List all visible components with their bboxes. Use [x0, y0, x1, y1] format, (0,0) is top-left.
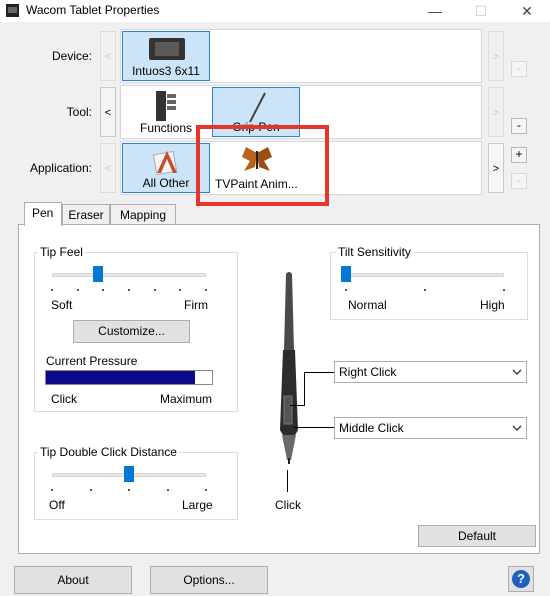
- tool-label: Tool:: [66, 105, 92, 119]
- slider-tick: [166, 489, 169, 491]
- chevron-down-icon: [512, 425, 522, 431]
- device-label: Device:: [51, 49, 92, 63]
- chevron-down-icon: [512, 369, 522, 375]
- upper-button-value: Right Click: [339, 365, 397, 379]
- close-button[interactable]: ✕: [504, 0, 550, 22]
- tab-mapping[interactable]: Mapping: [110, 204, 176, 225]
- upper-button-leader-h: [290, 405, 305, 406]
- device-next-button[interactable]: >: [488, 31, 504, 81]
- upper-button-leader: [304, 372, 334, 373]
- slider-tick: [89, 489, 92, 491]
- lower-button-dropdown[interactable]: Middle Click: [334, 417, 527, 439]
- slider-tick: [205, 489, 207, 491]
- application-prev-button[interactable]: <: [100, 143, 116, 193]
- slider-tick: [153, 289, 156, 291]
- device-item-label: Intuos3 6x11: [132, 64, 200, 78]
- highlight-annotation: [196, 125, 329, 206]
- slider-tick: [503, 289, 505, 291]
- pressure-bar-fill: [46, 371, 196, 384]
- title-bar: Wacom Tablet Properties — ☐ ✕: [0, 0, 550, 22]
- application-add-button[interactable]: +: [511, 147, 527, 163]
- current-pressure-title: Current Pressure: [46, 354, 138, 368]
- minimize-button[interactable]: —: [412, 0, 458, 22]
- application-remove-button[interactable]: -: [511, 173, 527, 189]
- functions-icon: [156, 91, 176, 121]
- double-click-min-label: Off: [49, 498, 65, 512]
- tip-feel-min-label: Soft: [51, 298, 73, 312]
- slider-tick: [205, 289, 207, 291]
- help-button[interactable]: ?: [508, 566, 534, 592]
- tip-leader: [287, 470, 288, 492]
- tip-feel-title: Tip Feel: [38, 245, 85, 259]
- upper-button-dropdown[interactable]: Right Click: [334, 361, 527, 383]
- tilt-title: Tilt Sensitivity: [336, 245, 413, 259]
- slider-tick: [128, 489, 130, 491]
- upper-button-leader-v: [304, 372, 305, 406]
- default-button[interactable]: Default: [418, 525, 536, 547]
- device-prev-button[interactable]: <: [100, 31, 116, 81]
- device-remove-button[interactable]: -: [511, 61, 527, 77]
- slider-tick: [76, 289, 79, 291]
- pressure-max-label: Maximum: [160, 392, 213, 406]
- tip-feel-slider[interactable]: [93, 266, 104, 282]
- all-other-icon: [152, 150, 178, 176]
- slider-tick: [179, 289, 182, 291]
- tool-next-button[interactable]: >: [488, 87, 504, 137]
- pressure-min-label: Click: [51, 392, 77, 406]
- tablet-icon: [149, 38, 185, 60]
- tip-feel-track: [52, 273, 206, 277]
- tilt-slider[interactable]: [341, 266, 351, 282]
- application-label: Application:: [29, 161, 92, 175]
- tip-feel-max-label: Firm: [184, 298, 208, 312]
- double-click-max-label: Large: [182, 498, 213, 512]
- options-button[interactable]: Options...: [150, 566, 268, 594]
- pen-tip-label: Click: [275, 498, 301, 512]
- tilt-max-label: High: [480, 298, 505, 312]
- double-click-title: Tip Double Click Distance: [38, 445, 179, 459]
- pen-illustration: [280, 272, 298, 464]
- tab-eraser[interactable]: Eraser: [62, 204, 110, 225]
- slider-tick: [345, 289, 347, 291]
- slider-tick: [51, 289, 53, 291]
- slider-tick: [128, 289, 130, 291]
- lower-button-value: Middle Click: [339, 421, 404, 435]
- tilt-min-label: Normal: [348, 298, 387, 312]
- pressure-bar: [45, 370, 213, 385]
- tool-remove-button[interactable]: -: [511, 118, 527, 134]
- slider-tick: [424, 289, 426, 291]
- slider-tick: [51, 489, 53, 491]
- double-click-slider[interactable]: [124, 466, 134, 482]
- about-button[interactable]: About: [14, 566, 132, 594]
- device-item-intuos3[interactable]: Intuos3 6x11: [122, 31, 210, 81]
- slider-tick: [102, 289, 105, 291]
- wacom-app-icon: [6, 4, 19, 17]
- window-title: Wacom Tablet Properties: [26, 3, 160, 17]
- lower-button-leader: [294, 427, 334, 428]
- tab-pen-label: Pen: [32, 206, 54, 220]
- tilt-track: [346, 273, 504, 277]
- application-next-button[interactable]: >: [488, 143, 504, 193]
- customize-button[interactable]: Customize...: [73, 320, 190, 343]
- maximize-button[interactable]: ☐: [458, 0, 504, 22]
- tool-prev-button[interactable]: <: [100, 87, 116, 137]
- help-icon: ?: [512, 570, 530, 588]
